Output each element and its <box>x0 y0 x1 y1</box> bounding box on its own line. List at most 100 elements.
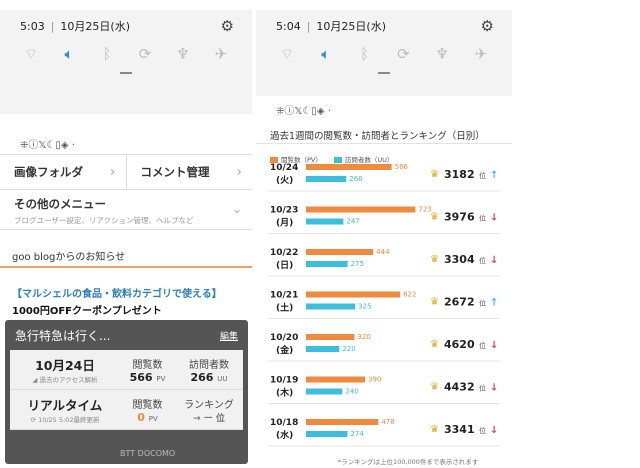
date-label: 10/24 <box>270 163 298 173</box>
other-menu-subtitle: ブログユーザー設定、リアクション管理、ヘルプなど <box>14 216 194 225</box>
arrow-down-icon: ↓ <box>490 340 498 351</box>
date-label: 10/23 <box>270 206 298 216</box>
comment-manage-label: コメント管理 <box>140 165 210 179</box>
date-label: 10/20 <box>270 333 298 343</box>
uu-bar <box>306 303 356 310</box>
pv-unit: PV <box>156 374 166 383</box>
uu-number: 266 <box>190 370 214 384</box>
rank-number: 3341 <box>444 423 475 436</box>
watermark: BTT DOCOMO <box>120 449 176 458</box>
wifi-icon[interactable]: ⌔ <box>20 45 42 64</box>
rank-number: 4620 <box>444 338 475 351</box>
crown-icon: ♛ <box>430 297 439 308</box>
rank-number: 4432 <box>444 381 475 394</box>
flashlight-icon[interactable]: ♆ <box>431 45 453 63</box>
rank-number: 3976 <box>444 211 475 224</box>
wifi-icon[interactable]: ⌔ <box>276 45 298 64</box>
rank-unit: 位 <box>479 426 486 435</box>
status-bar: 5:03 | 10月25日(水) ⚙ <box>0 10 252 42</box>
arrow-up-icon: ↑ <box>490 298 498 309</box>
notification-icons: ⁜ⓘ𝕏☾▯◈ · <box>276 105 331 117</box>
arrow-down-icon: ↓ <box>490 383 498 394</box>
arrow-down-icon: ↓ <box>490 213 498 224</box>
airplane-icon[interactable]: ✈ <box>470 45 492 63</box>
status-time: 5:03 <box>20 19 45 33</box>
uu-bar <box>306 346 340 352</box>
edit-link[interactable]: 編集 <box>220 329 238 342</box>
notice-heading: goo blogからのお知らせ <box>0 244 252 268</box>
rank-unit: 位 <box>479 341 486 350</box>
uu-label: 訪問者数 <box>189 359 229 371</box>
stats-row-realtime[interactable]: リアルタイム ⟳ 10/25 5:02最終更新 閲覧数 0 PV ランキング →… <box>10 390 243 430</box>
date-label: 10/22 <box>270 248 298 258</box>
rank-unit: 位 <box>479 256 486 265</box>
panel-handle[interactable] <box>120 72 132 74</box>
realtime-pv-value: 0 PV <box>120 411 175 424</box>
weekday-label: (木) <box>276 387 293 399</box>
chevron-right-icon: › <box>236 164 242 180</box>
weekday-label: (金) <box>276 344 293 356</box>
realtime-title: リアルタイム <box>27 398 103 413</box>
other-menu[interactable]: その他のメニュー ブログユーザー設定、リアクション管理、ヘルプなど ⌄ <box>0 190 252 230</box>
pv-data-label: 566 <box>395 163 409 171</box>
gear-icon[interactable]: ⚙ <box>221 17 234 35</box>
crown-icon: ♛ <box>430 424 439 435</box>
uu-data-label: 247 <box>346 218 359 226</box>
gear-icon[interactable]: ⚙ <box>481 17 494 35</box>
chevron-right-icon: › <box>109 164 116 180</box>
rotate-icon[interactable]: ⟳ <box>134 45 156 63</box>
comment-manage-button[interactable]: コメント管理 › <box>125 155 253 189</box>
weekday-label: (土) <box>276 302 293 314</box>
status-separator: | <box>306 19 311 33</box>
pv-bar <box>306 419 379 425</box>
uu-data-label: 275 <box>351 260 364 268</box>
other-menu-title: その他のメニュー <box>14 197 106 211</box>
image-folder-button[interactable]: 画像フォルダ › <box>0 155 126 189</box>
blog-title: 急行特急は行く... <box>15 328 111 343</box>
arrow-down-icon: ↓ <box>490 255 498 266</box>
date-label: 10/19 <box>270 376 298 386</box>
stats-row-yesterday[interactable]: 10月24日 ◢ 過去のアクセス解析 閲覧数 566 PV 訪問者数 266 U… <box>10 350 243 390</box>
promo-link[interactable]: 【マルシェルの食品・飲料カテゴリで使える】 1000円OFFクーポンプレゼント <box>0 286 252 320</box>
weekday-label: (日) <box>276 260 293 271</box>
rank-number: 2672 <box>444 296 475 309</box>
realtime-pv-unit: PV <box>148 414 158 423</box>
sound-icon[interactable]: 🔈︎ <box>58 45 80 63</box>
status-bar: 5:04 | 10月25日(水) ⚙ <box>256 10 512 42</box>
pv-bar <box>306 249 374 255</box>
weekday-label: (火) <box>276 175 293 186</box>
sound-icon[interactable]: 🔈︎ <box>315 45 337 63</box>
stats-grid: 10月24日 ◢ 過去のアクセス解析 閲覧数 566 PV 訪問者数 266 U… <box>10 350 243 430</box>
panel-handle[interactable] <box>378 72 390 74</box>
uu-unit: UU <box>217 374 228 383</box>
refresh-icon: ⟳ <box>30 416 36 424</box>
realtime-sub: ⟳ 10/25 5:02最終更新 <box>10 414 120 424</box>
promo-line2: 1000円OFFクーポンプレゼント <box>12 306 162 317</box>
crown-icon: ♛ <box>430 382 439 393</box>
pv-number: 566 <box>129 370 153 384</box>
pv-bar <box>306 291 401 298</box>
flashlight-icon[interactable]: ♆ <box>172 45 194 63</box>
blog-stats-box: 急行特急は行く... 編集 10月24日 ◢ 過去のアクセス解析 閲覧数 566… <box>5 320 248 464</box>
bluetooth-icon[interactable]: ᛒ <box>96 45 118 63</box>
rank-value: → ー 位 <box>193 413 225 424</box>
menu-grid: 画像フォルダ › コメント管理 › <box>0 154 252 190</box>
chevron-down-icon: ⌄ <box>231 202 242 216</box>
left-screen: 5:03 | 10月25日(水) ⚙ ⌔ 🔈︎ ᛒ ⟳ ♆ ✈ ⁜ⓘ𝕏☾▯◈ ·… <box>0 10 252 468</box>
rank-number: 3304 <box>444 253 475 266</box>
bluetooth-icon[interactable]: ᛒ <box>354 45 376 63</box>
uu-data-label: 274 <box>350 430 364 438</box>
rotate-icon[interactable]: ⟳ <box>392 45 414 63</box>
uu-data-label: 325 <box>358 303 371 311</box>
uu-value: 266 UU <box>175 371 243 384</box>
stats-date-sub: ◢ 過去のアクセス解析 <box>10 374 120 384</box>
ranking-footnote: *ランキングは上位100,000件まで表示されます <box>338 458 479 466</box>
stats-date-sub-text: 過去のアクセス解析 <box>39 376 98 384</box>
right-screen: 5:04 | 10月25日(水) ⚙ ⌔ 🔈︎ ᛒ ⟳ ♆ ✈ ⁜ⓘ𝕏☾▯◈ ·… <box>256 10 512 468</box>
uu-data-label: 266 <box>349 175 363 183</box>
airplane-icon[interactable]: ✈ <box>210 45 232 63</box>
rank-unit: 位 <box>479 299 486 308</box>
rank-label: ランキング <box>184 399 234 411</box>
uu-data-label: 240 <box>345 388 358 396</box>
crown-icon: ♛ <box>430 169 439 180</box>
